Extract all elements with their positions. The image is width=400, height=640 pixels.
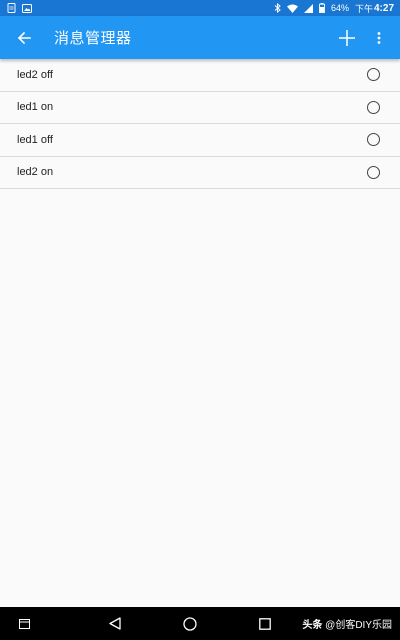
radio-button[interactable] xyxy=(367,68,380,82)
status-right: 64% 下午 4:27 xyxy=(274,2,394,15)
signal-icon xyxy=(303,3,313,13)
app-bar: 消息管理器 xyxy=(0,16,400,59)
radio-button[interactable] xyxy=(367,165,380,179)
message-label: led2 on xyxy=(17,166,54,179)
back-button[interactable] xyxy=(0,16,48,59)
message-label: led1 on xyxy=(17,101,54,114)
watermark-handle: @创客DIY乐园 xyxy=(325,620,392,631)
more-vert-icon xyxy=(377,31,381,44)
message-label: led1 off xyxy=(17,133,53,146)
more-options-button[interactable] xyxy=(364,16,394,59)
notification-file-icon xyxy=(7,3,16,13)
battery-percent: 64% xyxy=(330,3,349,13)
status-left xyxy=(7,3,32,13)
list-item[interactable]: led2 on xyxy=(0,156,400,189)
battery-icon xyxy=(319,3,325,13)
status-bar: 64% 下午 4:27 xyxy=(0,0,400,16)
message-list: led2 off led1 on led1 off led2 on xyxy=(0,59,400,189)
plus-icon xyxy=(339,29,355,46)
window-button[interactable] xyxy=(9,609,39,639)
watermark-brand: 头条 xyxy=(302,620,323,631)
list-item[interactable]: led2 off xyxy=(0,59,400,92)
notification-image-icon xyxy=(22,3,32,13)
circle-home-icon xyxy=(183,616,197,631)
wifi-icon xyxy=(286,4,298,13)
list-item[interactable]: led1 on xyxy=(0,91,400,124)
page-title: 消息管理器 xyxy=(54,30,132,47)
nav-home-button[interactable] xyxy=(175,609,205,639)
watermark: 头条 @创客DIY乐园 xyxy=(302,616,400,631)
navigation-bar: 头条 @创客DIY乐园 xyxy=(0,607,400,640)
message-label: led2 off xyxy=(17,68,53,81)
time-period: 下午 xyxy=(354,3,373,14)
arrow-left-icon xyxy=(17,31,31,44)
bluetooth-icon xyxy=(274,3,281,13)
radio-button[interactable] xyxy=(367,133,380,147)
radio-button[interactable] xyxy=(367,100,380,114)
nav-back-button[interactable] xyxy=(100,609,130,639)
triangle-back-icon xyxy=(109,617,122,630)
list-item[interactable]: led1 off xyxy=(0,124,400,157)
clock: 4:27 xyxy=(373,2,394,14)
add-button[interactable] xyxy=(332,16,362,59)
nav-recents-button[interactable] xyxy=(250,609,280,639)
window-icon xyxy=(18,618,30,629)
square-recents-icon xyxy=(259,617,271,630)
